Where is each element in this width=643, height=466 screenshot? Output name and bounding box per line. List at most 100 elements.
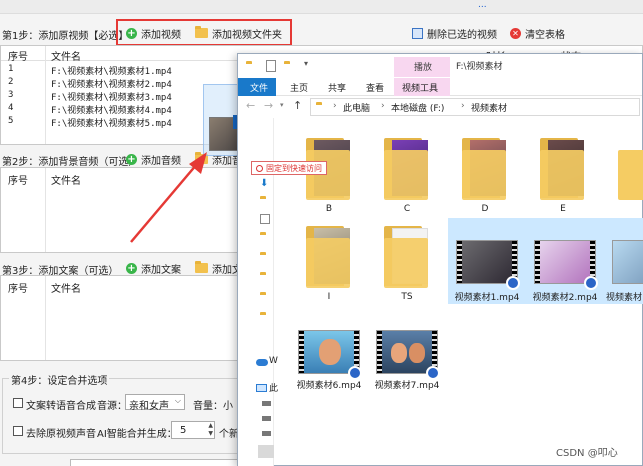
tab-share[interactable]: 共享 [328,81,346,94]
pin-tooltip-text: 固定到快速访问 [266,163,322,173]
film-strip [299,331,304,373]
breadcrumb-this-pc[interactable]: 此电脑 [343,101,370,114]
step2-title: 第2步：添加背景音频（可选） [2,157,139,168]
back-icon[interactable]: ← [246,99,255,112]
up-icon[interactable]: ↑ [293,99,302,112]
plus-icon: + [126,262,137,274]
top-strip: ... [0,0,643,14]
delete-icon [412,27,423,39]
breadcrumb-sep: › [333,101,337,111]
this-pc-icon[interactable] [256,384,267,392]
explorer-titlebar: ▾ 播放 F:\视频素材 [238,54,642,78]
row-index: 1 [8,64,14,74]
play-icon [584,276,598,290]
add-video-button[interactable]: + 添加视频 [126,24,181,42]
voice-value: 亲和女声 [129,401,169,412]
folder-label: B [325,204,333,214]
voice-select[interactable]: 亲和女声 ⌵ [125,394,185,412]
file-explorer-window: ▾ 播放 F:\视频素材 文件 主页 共享 查看 视频工具 ← → ▾ ↑ › … [237,53,643,466]
voice-label: 音源： [97,401,127,412]
cartoon-face [409,343,425,363]
breadcrumb-sep: › [461,101,465,111]
folder-item-e[interactable]: E [524,130,602,216]
tts-checkbox[interactable] [13,398,23,408]
folder-label: TS [401,292,413,302]
video-label: 视频素材2.mp4 [532,293,598,303]
delete-selected-button[interactable]: 删除已选的视频 [412,24,497,42]
step4-title: 第4步：设定合并选项 [9,372,110,387]
folder-item-d[interactable]: D [446,130,524,216]
address-bar[interactable]: › 此电脑 › 本地磁盘 (F:) › 视频素材 [310,98,640,116]
table-row[interactable]: 1 F:\视频素材\视频素材1.mp4 [1,63,241,77]
video-item-2-selected[interactable]: 视频素材2.mp4 [526,218,604,304]
video-item-1-selected[interactable]: 视频素材1.mp4 [448,218,526,304]
folder-item-c[interactable]: C [368,130,446,216]
row-file: F:\视频素材\视频素材5.mp4 [51,119,172,129]
forward-icon[interactable]: → [264,99,273,112]
stepper-down-icon[interactable]: ▼ [208,430,213,437]
folder-front [306,150,350,200]
folder-front [540,150,584,200]
col-name: 文件名 [51,284,81,295]
play-icon [506,276,520,290]
tab-home[interactable]: 主页 [290,81,308,94]
video-item-7[interactable]: 视频素材7.mp4 [368,312,446,392]
nav-this-pc-label[interactable]: 此 [269,381,278,394]
folder-item-ts[interactable]: TS [368,218,446,304]
onedrive-icon[interactable] [256,359,268,366]
nav-selected-drive[interactable] [258,445,274,458]
ai-merge-value: 5 [180,425,187,436]
tts-label: 文案转语音合成 [26,401,96,412]
video-label: 视频素材1.mp4 [454,293,520,303]
folder-label: D [481,204,489,214]
tab-video-tools[interactable]: 视频工具 [394,78,450,96]
drive-icon[interactable] [262,431,271,436]
video-label: 视频素材7.mp4 [374,381,440,391]
col-index: 序号 [8,284,28,295]
recent-dropdown-icon[interactable]: ▾ [280,101,284,109]
plus-icon: + [126,27,137,39]
folder-item-i[interactable]: I [290,218,368,304]
breadcrumb-drive[interactable]: 本地磁盘 (F:) [391,101,444,114]
qat-dropdown-icon[interactable]: ▾ [304,59,308,68]
video-label: 视频素材6.mp4 [296,381,362,391]
nav-doc-icon[interactable] [260,214,270,224]
ribbon-tabs: 文件 主页 共享 查看 视频工具 [238,78,642,96]
nav-down-icon[interactable]: ⬇ [260,178,268,189]
stepper-up-icon[interactable]: ▲ [208,422,213,429]
folder-front [306,238,350,288]
pin-tooltip: 固定到快速访问 [251,161,327,175]
breadcrumb-folder[interactable]: 视频素材 [471,101,507,114]
clear-table-label: 清空表格 [525,29,565,41]
drive-icon[interactable] [262,416,271,421]
video-item-partial-selected[interactable]: 视频素材 [604,218,643,304]
folder-front [618,150,643,200]
folder-item-partial[interactable] [602,130,643,216]
tab-file[interactable]: 文件 [238,78,276,96]
window-title: F:\视频素材 [456,62,503,72]
top-partial-link[interactable]: ... [478,0,487,10]
delete-selected-label: 删除已选的视频 [427,29,497,41]
row-index: 2 [8,77,14,87]
context-tab-play[interactable]: 播放 [394,57,450,77]
tab-view[interactable]: 查看 [366,81,384,94]
folder-front [384,238,428,288]
folder-front [462,150,506,200]
remove-audio-checkbox[interactable] [13,426,23,436]
bottom-input[interactable] [70,459,240,466]
folder-label: I [327,292,331,302]
chevron-down-icon: ⌵ [174,396,181,405]
nav-onedrive-label[interactable]: W [269,356,278,366]
folder-icon [195,26,208,38]
video-item-6[interactable]: 视频素材6.mp4 [290,312,368,392]
ai-merge-stepper[interactable]: 5 ▲ ▼ [171,421,215,439]
properties-icon[interactable] [266,60,276,72]
col-name: 文件名 [51,52,81,63]
clear-table-button[interactable]: ✕ 清空表格 [510,24,565,42]
pin-icon [256,164,263,172]
drive-icon[interactable] [262,401,271,406]
add-video-folder-button[interactable]: 添加视频文件夹 [195,24,282,42]
watermark: CSDN @叩心 [556,448,618,459]
film-strip [535,241,540,283]
address-row: ← → ▾ ↑ › 此电脑 › 本地磁盘 (F:) › 视频素材 [238,96,642,118]
